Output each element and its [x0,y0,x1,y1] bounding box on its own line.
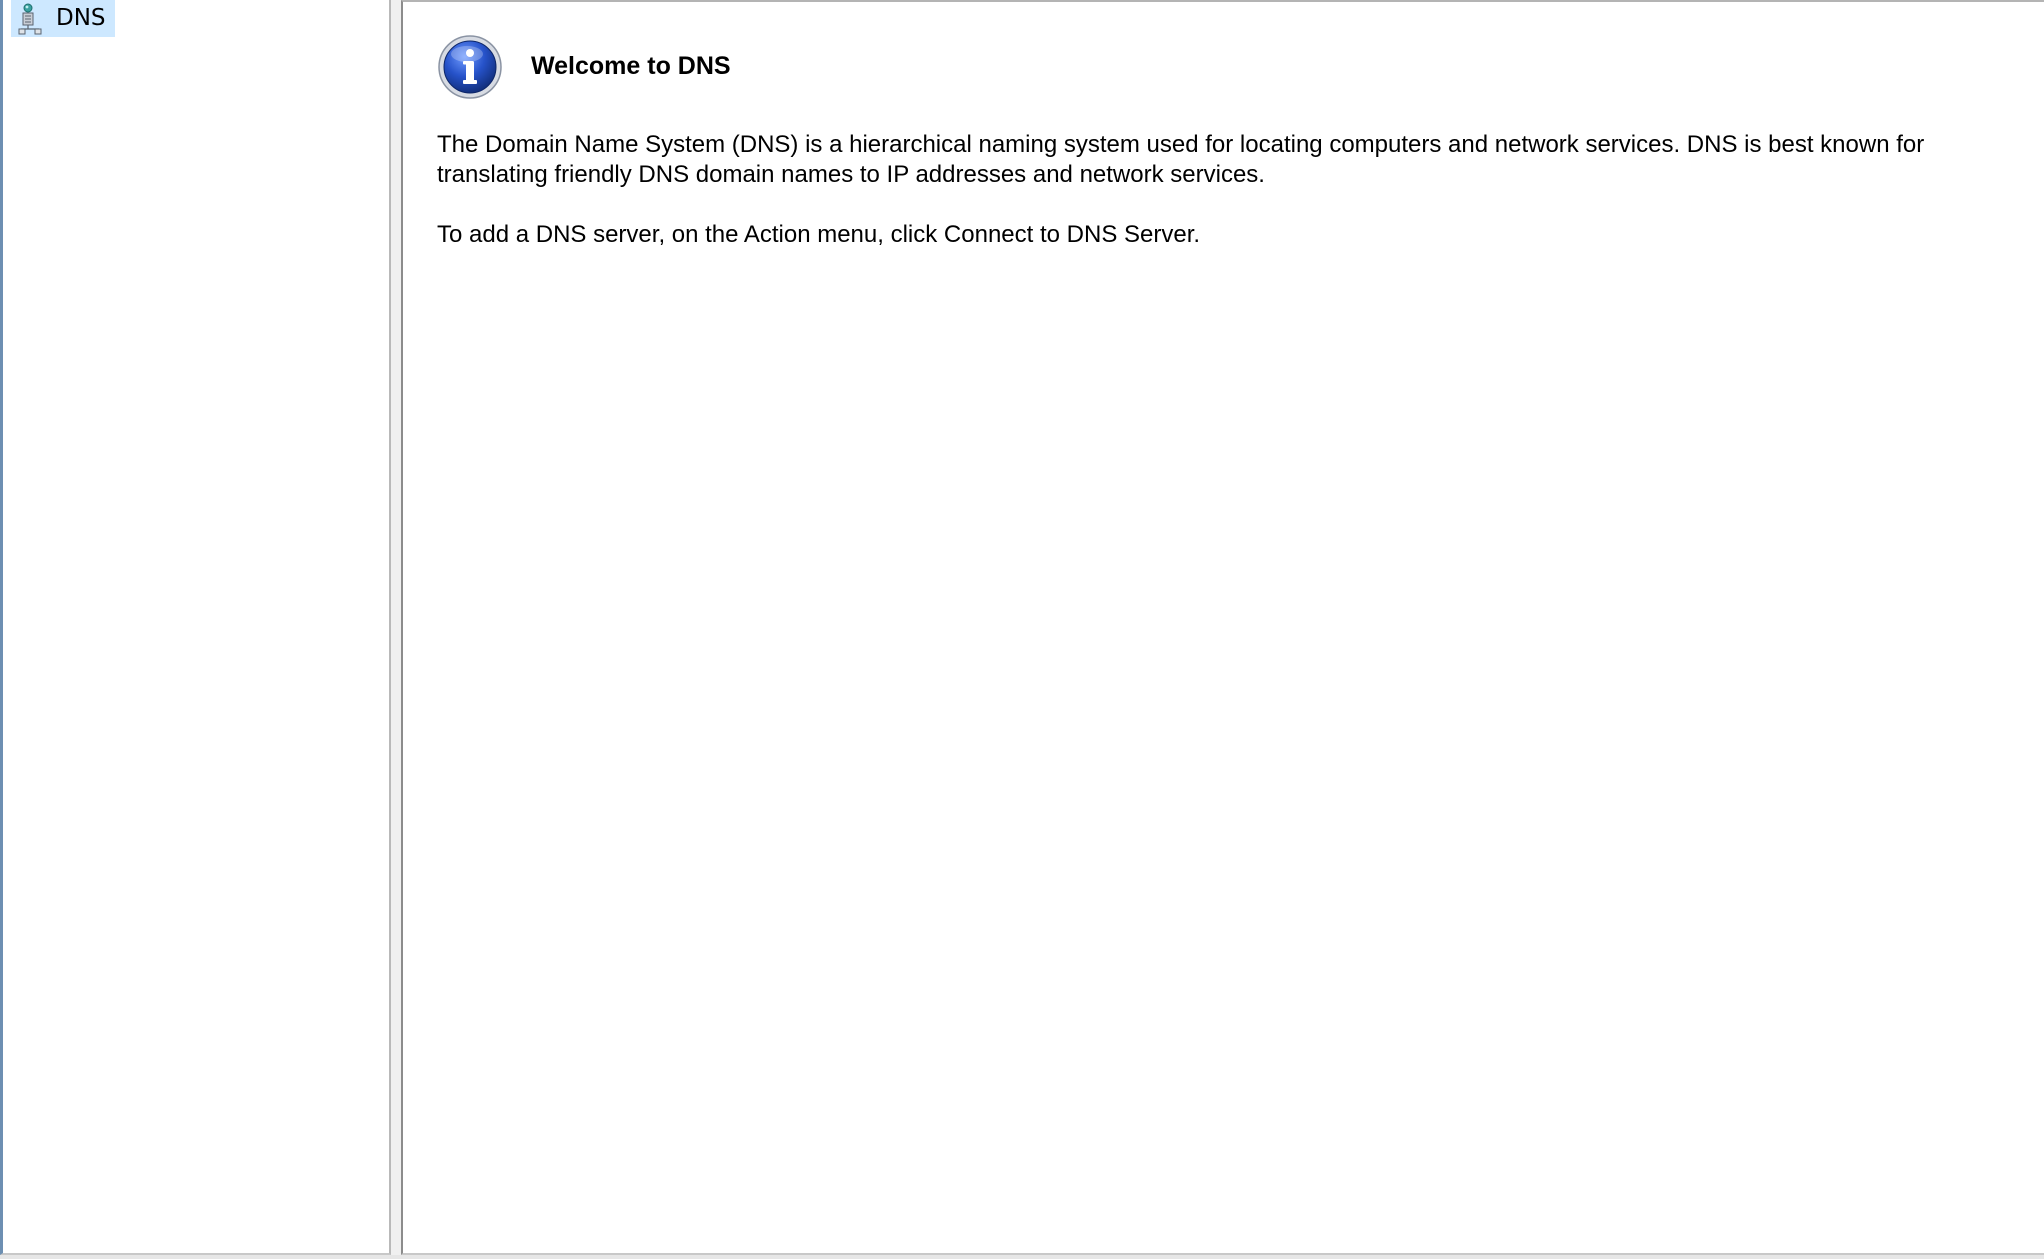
status-strip [0,1255,2044,1259]
description-paragraph: The Domain Name System (DNS) is a hierar… [437,131,1925,188]
dns-manager-window: DNS Welcome to DNS The Domain Name Syste… [0,0,2044,1259]
info-icon [437,34,503,100]
result-pane: Welcome to DNS The Domain Name System (D… [401,0,2044,1255]
console-tree-pane[interactable]: DNS [0,0,391,1255]
instruction-paragraph: To add a DNS server, on the Action menu,… [437,221,1201,248]
tree-item-label: DNS [56,5,106,31]
tree-item-dns[interactable]: DNS [11,0,115,37]
page-title: Welcome to DNS [531,52,731,80]
pane-splitter[interactable] [391,0,401,1259]
welcome-description: The Domain Name System (DNS) is a hierar… [437,130,2044,280]
dns-server-icon [18,3,46,35]
